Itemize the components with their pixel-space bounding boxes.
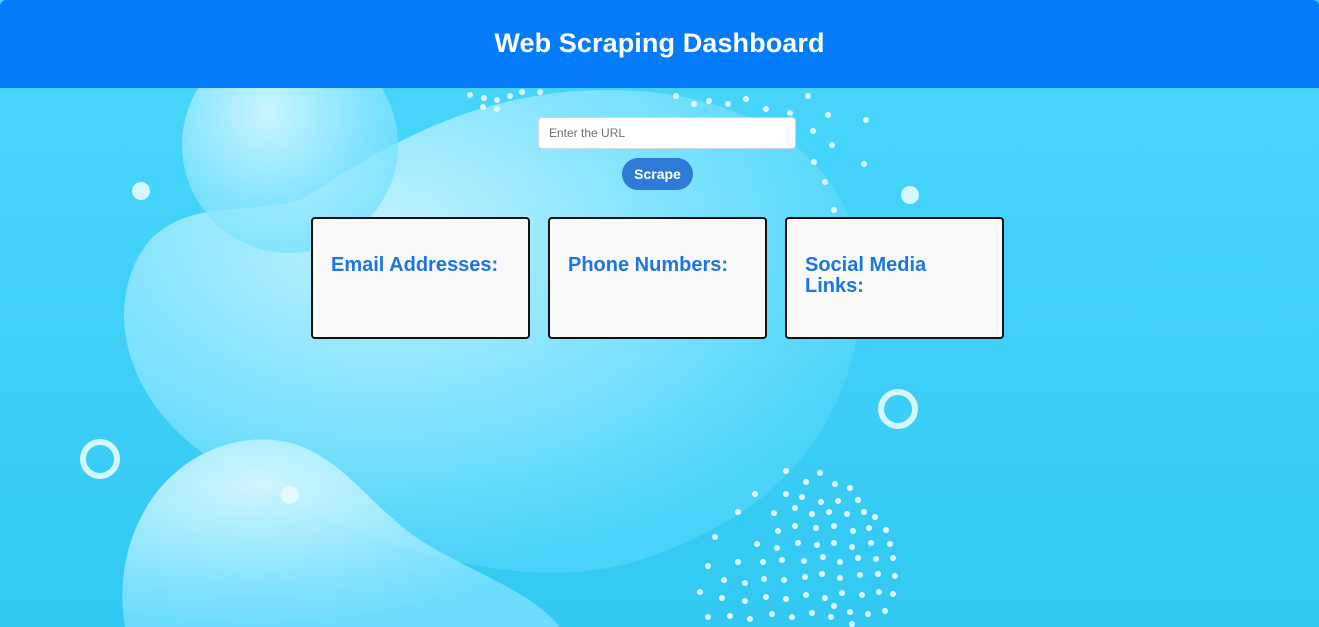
social-results-heading: Social Media Links: [805,254,927,297]
email-results-heading: Email Addresses: [331,254,499,276]
page-title: Web Scraping Dashboard [494,27,825,58]
url-input[interactable] [538,117,796,149]
scrape-button[interactable]: Scrape [622,158,693,190]
page: Web Scraping Dashboard Scrape Email Addr… [0,0,1319,627]
phone-results-card: Phone Numbers: [548,217,767,339]
social-results-card: Social Media Links: [785,217,1004,339]
phone-results-heading: Phone Numbers: [568,254,729,276]
header-bar: Web Scraping Dashboard [0,0,1319,88]
email-results-card: Email Addresses: [311,217,530,339]
